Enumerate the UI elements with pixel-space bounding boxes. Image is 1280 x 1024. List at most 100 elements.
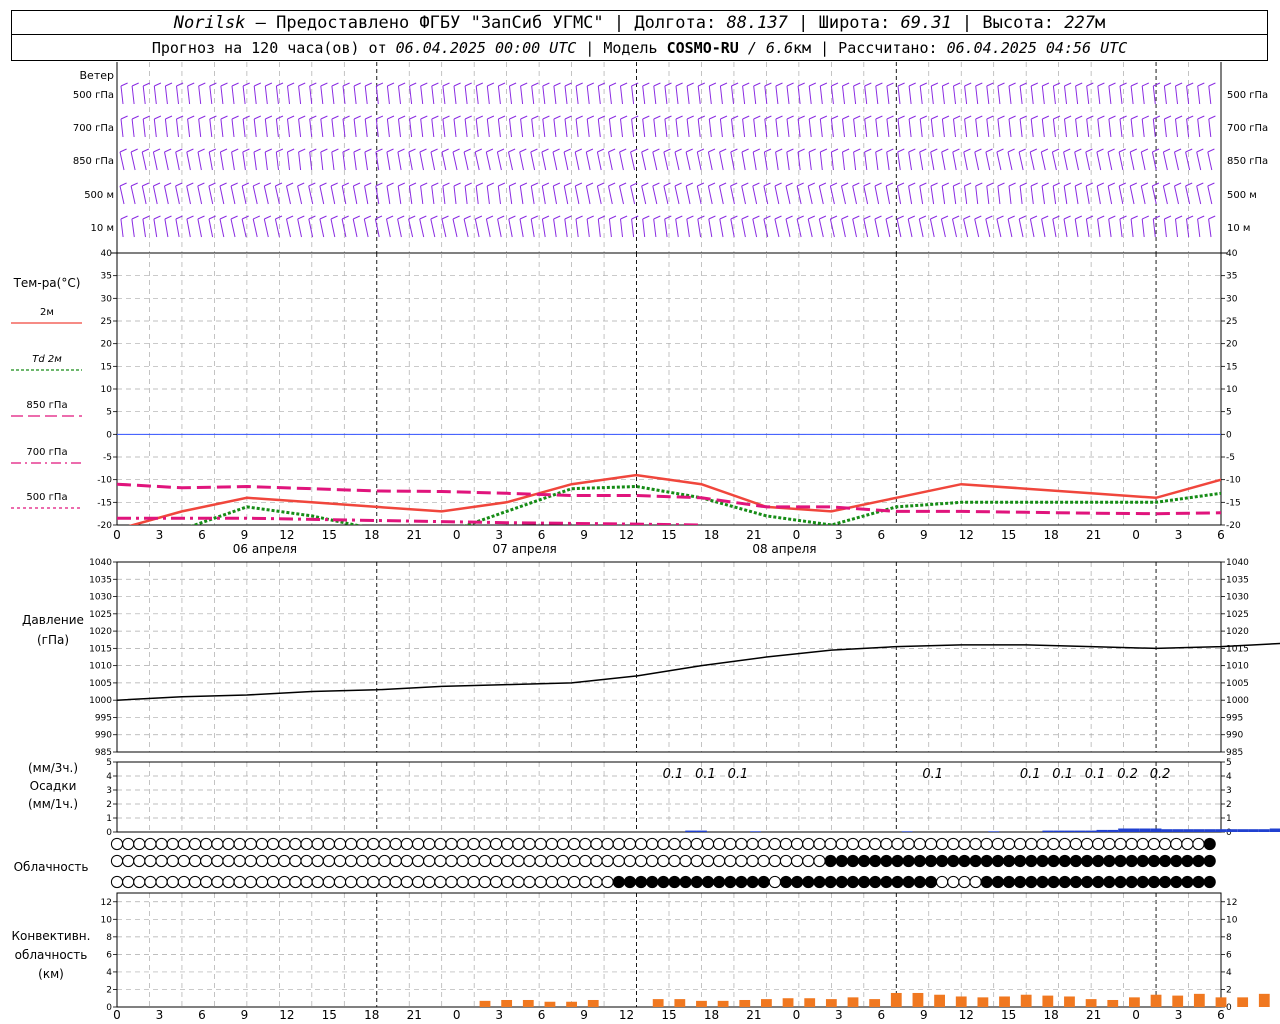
wind-barb bbox=[331, 151, 335, 171]
precip-ytick-label-left: 3 bbox=[106, 786, 112, 796]
wind-barb bbox=[397, 151, 402, 171]
cloud-symbol-clear bbox=[802, 854, 815, 868]
wind-barb bbox=[442, 118, 446, 138]
conv-ytick-label-left: 8 bbox=[106, 933, 112, 943]
wind-barb bbox=[152, 151, 158, 171]
wind-barb bbox=[875, 151, 879, 171]
wind-barb bbox=[197, 185, 203, 205]
wind-barb-feather bbox=[1007, 215, 1015, 220]
temp-legend-label: 2м bbox=[40, 307, 54, 318]
wind-barb-feather bbox=[353, 82, 361, 87]
wind-barb bbox=[530, 151, 536, 171]
wind-barb-feather bbox=[1019, 82, 1027, 87]
wind-barb bbox=[1140, 185, 1146, 205]
wind-barb bbox=[397, 185, 402, 205]
wind-barb-feather bbox=[430, 215, 438, 220]
wind-barb-feather bbox=[1186, 115, 1194, 120]
temp-hour-tick: 15 bbox=[661, 528, 676, 542]
wind-barb-feather bbox=[242, 82, 250, 87]
cloud-symbol-clear bbox=[590, 854, 603, 868]
wind-barb bbox=[1085, 151, 1091, 171]
temp-hour-tick: 21 bbox=[407, 528, 422, 542]
temp-legend-label: 700 гПа bbox=[26, 447, 67, 458]
wind-barb bbox=[652, 151, 658, 171]
conv-hour-tick: 18 bbox=[1044, 1008, 1059, 1022]
wind-barb bbox=[263, 218, 269, 238]
wind-barb-feather bbox=[186, 148, 194, 153]
cloud-symbol-overcast bbox=[1136, 854, 1149, 868]
wind-barb bbox=[230, 185, 236, 205]
cloud-symbol-overcast bbox=[1047, 854, 1060, 868]
wind-barb-feather bbox=[641, 182, 649, 187]
wind-barb-feather bbox=[864, 115, 872, 120]
temp-ytick-label-left: 15 bbox=[101, 362, 112, 372]
wind-barb bbox=[220, 118, 224, 138]
cloud-symbol-clear bbox=[278, 854, 291, 868]
wind-barb bbox=[842, 118, 845, 138]
wind-barb-feather bbox=[653, 215, 661, 220]
wind-barb bbox=[875, 85, 879, 105]
wind-barb bbox=[442, 85, 446, 105]
wind-barb-feather bbox=[264, 215, 272, 220]
wind-barb-feather bbox=[752, 148, 761, 153]
wind-barb-feather bbox=[398, 82, 406, 87]
wind-barb bbox=[298, 151, 302, 171]
wind-barb bbox=[896, 218, 902, 238]
wind-barb bbox=[1074, 151, 1079, 171]
wind-barb-feather bbox=[608, 182, 616, 187]
cloud-symbol-overcast bbox=[1125, 854, 1138, 868]
wind-barb-feather bbox=[675, 82, 683, 87]
wind-barb bbox=[829, 218, 835, 238]
conv-hour-tick: 9 bbox=[241, 1008, 249, 1022]
wind-barb bbox=[176, 118, 179, 138]
wind-barb-feather bbox=[1063, 182, 1072, 187]
wind-barb-feather bbox=[519, 215, 527, 220]
temp-hour-tick: 0 bbox=[1132, 528, 1140, 542]
wind-barb-feather bbox=[842, 115, 850, 120]
wind-barb-feather bbox=[441, 148, 449, 153]
wind-barb-feather bbox=[708, 148, 716, 153]
cloud-symbol-clear bbox=[779, 837, 793, 851]
cloud-symbol-overcast bbox=[1203, 875, 1216, 889]
wind-barb-feather bbox=[697, 148, 705, 153]
wind-barb-feather bbox=[486, 148, 494, 153]
precip-bar bbox=[1129, 828, 1140, 832]
cloud-symbol-clear bbox=[612, 854, 625, 868]
press-ytick-label-right: 1020 bbox=[1226, 627, 1249, 637]
wind-barb bbox=[264, 85, 268, 105]
wind-barb-feather bbox=[542, 82, 550, 87]
wind-barb bbox=[1162, 185, 1168, 205]
cloud-symbol-overcast bbox=[1025, 875, 1038, 889]
wind-barb-feather bbox=[142, 215, 150, 220]
wind-barb bbox=[442, 185, 446, 205]
conv-bar bbox=[782, 998, 794, 1007]
wind-barb bbox=[1174, 151, 1179, 171]
wind-barb-feather bbox=[120, 82, 128, 87]
wind-barb-feather bbox=[242, 115, 250, 120]
wind-barb-feather bbox=[897, 148, 905, 153]
cloud-symbol-clear bbox=[211, 837, 224, 851]
wind-barb-feather bbox=[253, 115, 262, 120]
wind-barb bbox=[153, 85, 157, 105]
cloud-symbol-overcast bbox=[1002, 875, 1016, 889]
wind-barb-feather bbox=[364, 148, 372, 153]
temp-title: Тем-ра(°C) bbox=[13, 276, 81, 290]
wind-barb bbox=[364, 151, 368, 171]
wind-barb-feather bbox=[1141, 182, 1149, 187]
wind-barb-feather bbox=[1086, 115, 1094, 120]
wind-barb bbox=[785, 218, 791, 238]
cloud-symbol-clear bbox=[1058, 837, 1071, 851]
wind-barb bbox=[941, 118, 945, 138]
wind-barb-feather bbox=[1052, 148, 1060, 153]
wind-barb-feather bbox=[885, 182, 894, 187]
wind-barb-feather bbox=[220, 148, 228, 153]
conv-bar bbox=[652, 999, 664, 1007]
wind-barb-feather bbox=[1130, 115, 1138, 120]
cloud-symbol-clear bbox=[456, 854, 469, 868]
wind-barb-feather bbox=[1118, 182, 1127, 187]
wind-barb bbox=[786, 85, 790, 105]
wind-barb bbox=[974, 218, 980, 238]
wind-barb bbox=[786, 151, 790, 171]
wind-barb-feather bbox=[1130, 82, 1138, 87]
wind-barb bbox=[963, 218, 969, 238]
